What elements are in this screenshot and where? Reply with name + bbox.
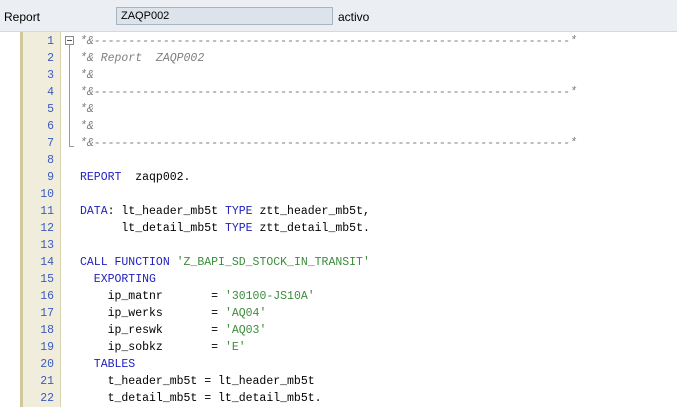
line-number: 20	[40, 358, 54, 371]
line-number: 15	[40, 273, 54, 286]
collapse-block-icon[interactable]	[65, 36, 74, 45]
code-line[interactable]: CALL FUNCTION 'Z_BAPI_SD_STOCK_IN_TRANSI…	[80, 254, 370, 271]
code-token-id: t_detail_mb5t = lt_detail_mb5t.	[80, 392, 322, 405]
code-line[interactable]: TABLES	[80, 356, 135, 373]
code-token-id: ip_sobkz =	[80, 341, 225, 354]
code-line[interactable]: *&--------------------------------------…	[80, 135, 577, 152]
code-line[interactable]: *&	[80, 118, 94, 135]
code-token-comment: *&--------------------------------------…	[80, 137, 577, 150]
code-token-id: ip_reswk =	[80, 324, 225, 337]
line-number: 17	[40, 307, 54, 320]
code-line[interactable]: DATA: lt_header_mb5t TYPE ztt_header_mb5…	[80, 203, 370, 220]
line-number: 5	[47, 103, 54, 116]
code-line[interactable]: *&	[80, 101, 94, 118]
line-number: 21	[40, 375, 54, 388]
code-token-kw: REPORT	[80, 171, 122, 184]
code-token-str: '30100-JS10A'	[224, 290, 315, 303]
line-number: 22	[40, 392, 54, 405]
code-token-comment: *&	[80, 120, 94, 133]
code-token-kw: EXPORTING	[80, 273, 156, 286]
code-token-id: zaqp002.	[121, 171, 191, 184]
line-number: 8	[47, 154, 54, 167]
report-label: Report	[4, 10, 41, 24]
code-line[interactable]: t_header_mb5t = lt_header_mb5t	[80, 373, 315, 390]
fold-guide-line	[69, 45, 70, 147]
line-number: 11	[40, 205, 54, 218]
line-number: 14	[40, 256, 54, 269]
code-token-str: 'AQ03'	[224, 324, 267, 337]
code-line[interactable]: EXPORTING	[80, 271, 156, 288]
code-token-str: 'E'	[224, 341, 246, 354]
code-line[interactable]: *&	[80, 67, 94, 84]
line-number: 12	[40, 222, 54, 235]
program-header-bar: Report ZAQP002 activo	[0, 0, 677, 32]
code-token-comment: *&	[80, 103, 94, 116]
code-token-kw: TYPE	[224, 222, 253, 235]
code-token-id: ip_matnr =	[80, 290, 225, 303]
code-line[interactable]: lt_detail_mb5t TYPE ztt_detail_mb5t.	[80, 220, 370, 237]
code-line[interactable]: ip_werks = 'AQ04'	[80, 305, 267, 322]
line-number: 16	[40, 290, 54, 303]
code-line[interactable]: ip_reswk = 'AQ03'	[80, 322, 267, 339]
code-token-kw: DATA	[80, 205, 108, 218]
code-line[interactable]: ip_matnr = '30100-JS10A'	[80, 288, 315, 305]
code-token-comment: *& Report ZAQP002	[80, 52, 205, 65]
code-token-id: t_header_mb5t = lt_header_mb5t	[80, 375, 315, 388]
line-number: 10	[40, 188, 54, 201]
code-token-str: 'Z_BAPI_SD_STOCK_IN_TRANSIT'	[176, 256, 370, 269]
line-number-gutter: 1 2 3 4 5 6 7 8 9 10 11 12 13 14 15 16 17 18 19 20 21 22	[23, 32, 61, 407]
code-token-kw: TYPE	[224, 205, 253, 218]
code-line[interactable]: *&--------------------------------------…	[80, 33, 577, 50]
code-line[interactable]: *&--------------------------------------…	[80, 84, 577, 101]
editor-left-margin	[0, 32, 20, 407]
code-token-comment: *&--------------------------------------…	[80, 35, 577, 48]
line-number: 1	[47, 35, 54, 48]
code-line[interactable]: ip_sobkz = 'E'	[80, 339, 246, 356]
line-number: 3	[47, 69, 54, 82]
code-token-kw: TABLES	[80, 358, 136, 371]
program-name-field[interactable]: ZAQP002	[116, 7, 333, 25]
line-number: 13	[40, 239, 54, 252]
code-token-comment: *&--------------------------------------…	[80, 86, 577, 99]
abap-code-editor[interactable]: 1 2 3 4 5 6 7 8 9 10 11 12 13 14 15 16 17 18 19 20 21 22 *&--…	[0, 32, 677, 407]
status-label: activo	[338, 10, 370, 24]
code-token-id: : lt_header_mb5t	[107, 205, 225, 218]
line-number: 9	[47, 171, 54, 184]
code-token-comment: *&	[80, 69, 94, 82]
line-number: 19	[40, 341, 54, 354]
code-line[interactable]: t_detail_mb5t = lt_detail_mb5t.	[80, 390, 322, 407]
code-token-kw: CALL FUNCTION	[80, 256, 177, 269]
line-number: 2	[47, 52, 54, 65]
fold-guide-end	[69, 146, 74, 147]
code-token-id: lt_detail_mb5t	[80, 222, 225, 235]
code-token-id: ip_werks =	[80, 307, 225, 320]
code-line[interactable]: REPORT zaqp002.	[80, 169, 190, 186]
code-token-id: ztt_header_mb5t,	[252, 205, 370, 218]
line-number: 6	[47, 120, 54, 133]
code-token-id: ztt_detail_mb5t.	[252, 222, 370, 235]
code-token-str: 'AQ04'	[224, 307, 267, 320]
line-number: 4	[47, 86, 54, 99]
line-number: 7	[47, 137, 54, 150]
line-number: 18	[40, 324, 54, 337]
code-line[interactable]: *& Report ZAQP002	[80, 50, 204, 67]
